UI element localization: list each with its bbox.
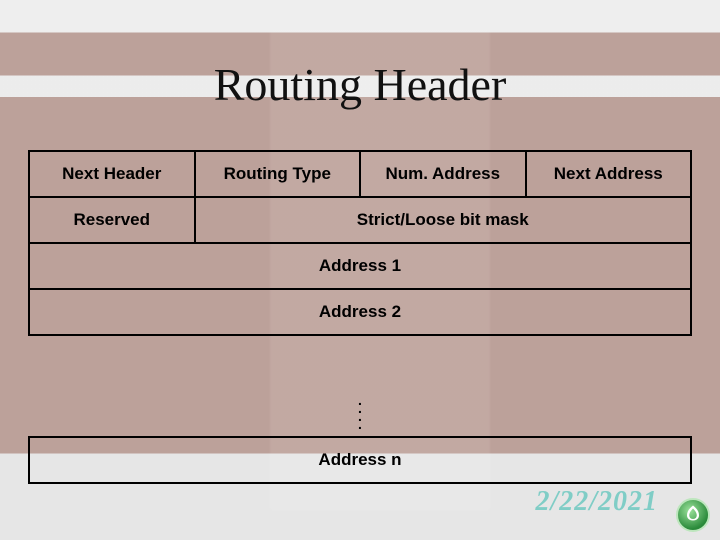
cell-next-address: Next Address xyxy=(526,151,692,197)
leaf-icon xyxy=(684,504,702,527)
table-row-n: Address n xyxy=(29,437,691,483)
slide-root: Routing Header Next Header Routing Type … xyxy=(0,0,720,540)
cell-num-address: Num. Address xyxy=(360,151,526,197)
cell-address-n: Address n xyxy=(29,437,691,483)
routing-header-table-lower: Address n xyxy=(28,436,692,484)
cell-strict-loose-mask: Strict/Loose bit mask xyxy=(195,197,692,243)
table-row-2: Reserved Strict/Loose bit mask xyxy=(29,197,691,243)
table-row-1: Next Header Routing Type Num. Address Ne… xyxy=(29,151,691,197)
table-row-3: Address 1 xyxy=(29,243,691,289)
slide-title: Routing Header xyxy=(0,58,720,111)
routing-header-table: Next Header Routing Type Num. Address Ne… xyxy=(28,150,692,336)
cell-routing-type: Routing Type xyxy=(195,151,361,197)
logo-badge xyxy=(676,498,710,532)
table-row-4: Address 2 xyxy=(29,289,691,335)
vertical-ellipsis: .... xyxy=(28,396,692,428)
cell-next-header: Next Header xyxy=(29,151,195,197)
cell-address-2: Address 2 xyxy=(29,289,691,335)
cell-address-1: Address 1 xyxy=(29,243,691,289)
cell-reserved: Reserved xyxy=(29,197,195,243)
slide-date: 2/22/2021 xyxy=(535,486,658,518)
